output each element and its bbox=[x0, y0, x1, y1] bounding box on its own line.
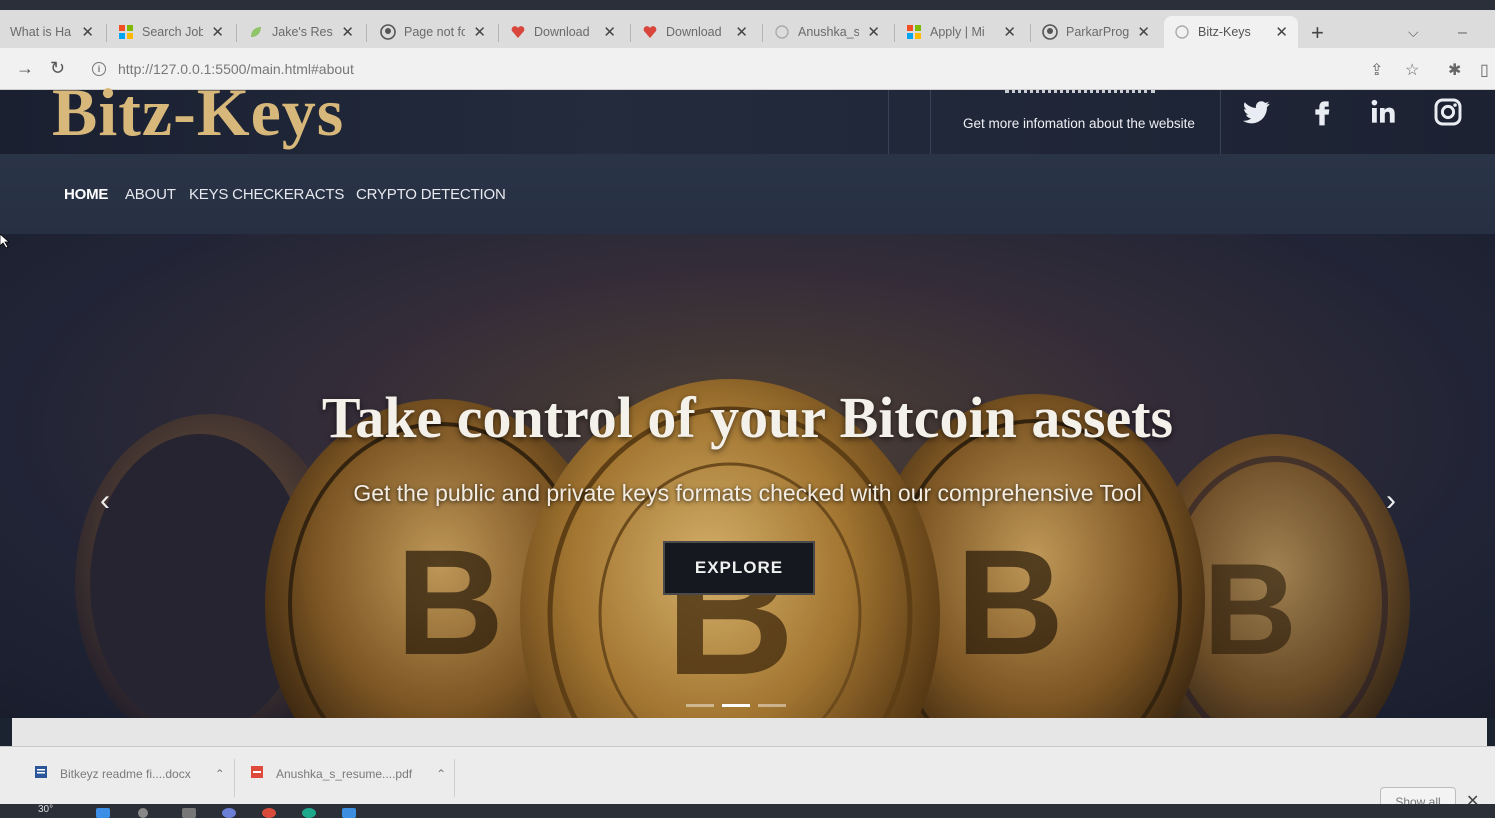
tab-label: Page not fo bbox=[404, 25, 466, 39]
close-icon[interactable]: ✕ bbox=[211, 23, 224, 41]
mouse-cursor-icon bbox=[0, 234, 10, 248]
browser-tab[interactable]: Page not fo ✕ bbox=[370, 16, 496, 48]
extensions-icon[interactable]: ✱ bbox=[1448, 60, 1461, 80]
facebook-icon[interactable] bbox=[1306, 96, 1340, 130]
hero-carousel: B B B B ‹ › Take control of your Bitcoin… bbox=[0, 234, 1495, 718]
chevron-up-icon[interactable]: ⌃ bbox=[215, 767, 225, 781]
tab-label: Anushka_s bbox=[798, 25, 860, 39]
microsoft-icon bbox=[906, 24, 922, 40]
close-icon[interactable]: ✕ bbox=[1003, 23, 1016, 41]
heart-icon bbox=[642, 24, 658, 40]
browser-tab-bar: What is Ha ✕ Search Job ✕ Jake's Resu ✕ … bbox=[0, 0, 1495, 48]
microsoft-icon bbox=[118, 24, 134, 40]
instagram-icon[interactable] bbox=[1432, 96, 1466, 130]
app-icon[interactable] bbox=[302, 808, 316, 818]
github-icon bbox=[380, 24, 396, 40]
download-item[interactable]: Bitkeyz readme fi....docx ⌃ bbox=[34, 765, 225, 782]
sidepanel-icon[interactable]: ▯ bbox=[1480, 60, 1489, 80]
carousel-indicator[interactable] bbox=[758, 704, 786, 707]
download-item[interactable]: Anushka_s_resume....pdf ⌃ bbox=[250, 765, 446, 782]
tab-label: Jake's Resu bbox=[272, 25, 334, 39]
browser-tab[interactable]: Download ✕ bbox=[500, 16, 626, 48]
os-taskbar: 30° bbox=[0, 804, 1495, 818]
heart-icon bbox=[510, 24, 526, 40]
close-icon[interactable]: ✕ bbox=[81, 23, 94, 41]
info-text: Get more infomation about the website bbox=[963, 116, 1195, 131]
close-icon[interactable]: ✕ bbox=[735, 23, 748, 41]
nav-crypto-detection[interactable]: CRYPTO DETECTION bbox=[356, 186, 506, 203]
carousel-indicator-active[interactable] bbox=[722, 704, 750, 707]
tab-label: ParkarProg bbox=[1066, 25, 1130, 39]
download-filename: Anushka_s_resume....pdf bbox=[276, 766, 413, 781]
close-icon[interactable]: ✕ bbox=[603, 23, 616, 41]
new-tab-button[interactable]: + bbox=[1311, 20, 1324, 46]
browser-tab[interactable]: Download ✕ bbox=[632, 16, 758, 48]
chevron-down-icon[interactable]: ⌵ bbox=[1408, 24, 1419, 41]
minimize-icon[interactable]: – bbox=[1458, 24, 1467, 42]
pdf-file-icon bbox=[250, 765, 264, 782]
app-icon[interactable] bbox=[342, 808, 356, 818]
close-icon[interactable]: ✕ bbox=[1137, 23, 1150, 41]
close-icon[interactable]: ✕ bbox=[1275, 23, 1288, 41]
linkedin-icon[interactable] bbox=[1368, 96, 1402, 130]
site-logo[interactable]: Bitz-Keys bbox=[52, 78, 344, 146]
task-view-icon[interactable] bbox=[182, 808, 196, 818]
globe-icon bbox=[774, 24, 790, 40]
docx-file-icon bbox=[34, 765, 48, 782]
tab-label: Download bbox=[666, 25, 722, 39]
twitter-icon[interactable] bbox=[1240, 96, 1274, 130]
main-nav: HOME ABOUT KEYS CHECKER ACTS CRYPTO DETE… bbox=[0, 154, 1495, 234]
browser-tab[interactable]: ParkarProg ✕ bbox=[1032, 16, 1160, 48]
share-icon[interactable]: ⇪ bbox=[1370, 60, 1383, 80]
search-icon[interactable] bbox=[138, 808, 148, 818]
windows-start-icon[interactable] bbox=[96, 808, 110, 818]
app-icon[interactable] bbox=[262, 808, 276, 818]
github-icon bbox=[1042, 24, 1058, 40]
globe-icon bbox=[1174, 24, 1190, 40]
close-icon[interactable]: ✕ bbox=[867, 23, 880, 41]
close-icon[interactable]: ✕ bbox=[473, 23, 486, 41]
nav-home[interactable]: HOME bbox=[64, 186, 108, 203]
tab-label: Search Job bbox=[142, 25, 204, 39]
leaf-icon bbox=[248, 24, 264, 40]
tab-label: Bitz-Keys bbox=[1198, 25, 1251, 39]
browser-tab[interactable]: Apply | Mi ✕ bbox=[896, 16, 1026, 48]
weather-temperature: 30° bbox=[38, 804, 54, 815]
browser-tab-active[interactable]: Bitz-Keys ✕ bbox=[1164, 16, 1298, 48]
site-header: Bitz-Keys Get more infomation about the … bbox=[0, 78, 1495, 154]
tab-label: What is Ha bbox=[10, 25, 72, 39]
tab-label: Apply | Mi bbox=[930, 25, 985, 39]
browser-tab[interactable]: Jake's Resu ✕ bbox=[238, 16, 364, 48]
nav-keys-checker[interactable]: KEYS CHECKER bbox=[189, 186, 304, 203]
downloads-bar: Bitkeyz readme fi....docx ⌃ Anushka_s_re… bbox=[0, 746, 1495, 817]
tab-label: Download bbox=[534, 25, 590, 39]
star-icon[interactable]: ☆ bbox=[1405, 60, 1419, 80]
close-icon[interactable]: ✕ bbox=[341, 23, 354, 41]
browser-tab[interactable]: What is Ha ✕ bbox=[0, 16, 104, 48]
download-filename: Bitkeyz readme fi....docx bbox=[60, 766, 191, 781]
forward-icon[interactable]: → bbox=[16, 58, 34, 79]
explore-button[interactable]: EXPLORE bbox=[663, 541, 815, 595]
hero-title: Take control of your Bitcoin assets bbox=[321, 385, 1174, 450]
app-icon[interactable] bbox=[222, 808, 236, 818]
decorative-dots bbox=[1005, 90, 1155, 94]
chevron-up-icon[interactable]: ⌃ bbox=[436, 767, 446, 781]
browser-tab[interactable]: Anushka_s ✕ bbox=[764, 16, 890, 48]
bitcoin-coins-image: B B B B bbox=[0, 234, 1495, 718]
browser-tab[interactable]: Search Job ✕ bbox=[108, 16, 234, 48]
carousel-indicator[interactable] bbox=[686, 704, 714, 707]
nav-about[interactable]: ABOUT bbox=[125, 186, 176, 203]
hero-subtitle: Get the public and private keys formats … bbox=[353, 480, 1142, 506]
nav-acts[interactable]: ACTS bbox=[305, 186, 344, 203]
page-bottom-area bbox=[12, 718, 1487, 746]
carousel-indicators bbox=[686, 704, 786, 707]
